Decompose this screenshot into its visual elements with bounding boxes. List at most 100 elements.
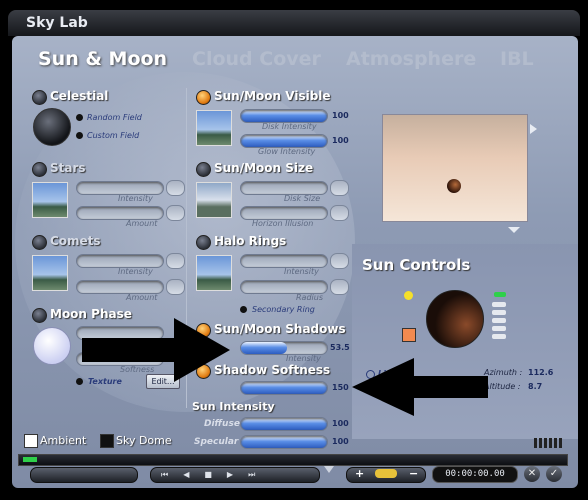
diffuse-value[interactable]: 100 [332, 419, 349, 428]
loop-dropdown-icon[interactable] [324, 466, 334, 473]
sun-preset-4[interactable] [492, 326, 506, 331]
title-bar[interactable]: Sky Lab [8, 10, 580, 36]
halo-radius-field[interactable] [330, 279, 349, 295]
annotation-arrow-softness [352, 358, 488, 416]
tab-atmosphere[interactable]: Atmosphere [346, 48, 476, 70]
ok-button[interactable]: ✓ [546, 466, 562, 482]
remove-key-icon[interactable]: − [409, 467, 418, 480]
celestial-sphere-preview[interactable] [33, 108, 71, 146]
sun-preset-5[interactable] [492, 334, 506, 339]
sky-preview[interactable] [382, 114, 528, 222]
sun-color-swatch[interactable] [404, 291, 413, 300]
stars-amount-slider[interactable] [76, 206, 164, 220]
add-key-icon[interactable]: + [355, 467, 364, 480]
horizon-illusion-slider[interactable] [240, 206, 328, 220]
altitude-label: Altitude : [484, 382, 521, 391]
comets-amount-slider[interactable] [76, 280, 164, 294]
sun-preset-3[interactable] [492, 318, 506, 323]
shadow-intensity-label: Intensity [286, 354, 321, 363]
comets-intensity-field[interactable] [166, 253, 185, 269]
azimuth-label: Azimuth : [484, 368, 523, 377]
disk-size-label: Disk Size [284, 194, 321, 203]
comets-thumbnail[interactable] [32, 255, 68, 291]
time-display[interactable]: 00:00:00.00 [432, 466, 518, 483]
disk-intensity-value[interactable]: 100 [332, 111, 349, 120]
sun-moon-visible-label: Sun/Moon Visible [214, 89, 331, 103]
tab-cloud-cover[interactable]: Cloud Cover [192, 48, 321, 70]
sun-position-dial[interactable] [426, 290, 484, 348]
ambient-label: Ambient [40, 434, 87, 447]
random-field-radio[interactable] [76, 114, 83, 121]
sun-intensity-label: Sun Intensity [192, 400, 275, 413]
comets-amount-label: Amount [126, 293, 158, 302]
specular-value[interactable]: 100 [332, 437, 349, 446]
sun-preset-2[interactable] [492, 310, 506, 315]
preview-expand-icon[interactable] [530, 124, 537, 134]
shadow-intensity-value[interactable]: 53.5 [330, 343, 350, 352]
moon-phase-preview[interactable] [33, 327, 71, 365]
horizon-illusion-field[interactable] [330, 205, 349, 221]
comets-amount-field[interactable] [166, 279, 185, 295]
playback-controls[interactable]: ⏮◀■▶⏭ [150, 467, 320, 483]
halo-radius-label: Radius [296, 293, 323, 302]
preview-dropdown-icon[interactable] [508, 227, 520, 233]
halo-radius-slider[interactable] [240, 280, 328, 294]
stars-label: Stars [50, 161, 86, 175]
ambient-checkbox[interactable] [24, 434, 38, 448]
timeline-scrubber[interactable] [18, 454, 568, 466]
sun-moon-size-toggle[interactable] [196, 162, 211, 177]
sun-moon-visible-toggle[interactable] [196, 90, 211, 105]
stars-amount-field[interactable] [166, 205, 185, 221]
stars-toggle[interactable] [32, 162, 47, 177]
shadow-softness-slider[interactable] [240, 381, 328, 395]
sun-indicator-light [494, 292, 506, 297]
light-color-swatch[interactable] [402, 328, 416, 342]
halo-intensity-slider[interactable] [240, 254, 328, 268]
custom-field-label[interactable]: Custom Field [87, 131, 139, 140]
annotation-arrow-shadows [82, 318, 230, 382]
altitude-value[interactable]: 8.7 [528, 382, 542, 391]
disk-size-field[interactable] [330, 180, 349, 196]
tab-sun-moon[interactable]: Sun & Moon [38, 48, 167, 70]
stars-intensity-slider[interactable] [76, 181, 164, 195]
timeline-playhead[interactable] [23, 457, 37, 462]
cancel-button[interactable]: ✕ [524, 466, 540, 482]
keyframe-controls[interactable]: + − [346, 467, 426, 483]
halo-rings-thumbnail[interactable] [196, 255, 232, 291]
sun-preset-1[interactable] [492, 302, 506, 307]
glow-intensity-slider[interactable] [240, 134, 328, 148]
horizon-illusion-label: Horizon Illusion [252, 219, 314, 228]
halo-rings-label: Halo Rings [214, 234, 287, 248]
key-icon[interactable] [375, 469, 397, 478]
shadow-softness-value[interactable]: 150 [332, 383, 349, 392]
diffuse-slider[interactable] [240, 417, 328, 431]
disk-intensity-slider[interactable] [240, 109, 328, 123]
diffuse-label: Diffuse [204, 419, 240, 429]
stars-thumbnail[interactable] [32, 182, 68, 218]
comets-intensity-slider[interactable] [76, 254, 164, 268]
moon-phase-toggle[interactable] [32, 308, 47, 323]
halo-rings-toggle[interactable] [196, 235, 211, 250]
stars-amount-label: Amount [126, 219, 158, 228]
comets-toggle[interactable] [32, 235, 47, 250]
volume-meter-icon [534, 438, 564, 448]
secondary-ring-radio[interactable] [240, 306, 247, 313]
halo-intensity-field[interactable] [330, 253, 349, 269]
azimuth-value[interactable]: 112.6 [528, 368, 553, 377]
transport-icons: ⏮◀■▶⏭ [161, 470, 271, 479]
secondary-ring-label[interactable]: Secondary Ring [252, 305, 315, 314]
shadow-intensity-slider[interactable] [240, 341, 328, 355]
sun-moon-size-thumbnail[interactable] [196, 182, 232, 218]
custom-field-radio[interactable] [76, 132, 83, 139]
glow-intensity-value[interactable]: 100 [332, 136, 349, 145]
tab-ibl[interactable]: IBL [500, 48, 534, 70]
stars-intensity-field[interactable] [166, 180, 185, 196]
sun-disc-icon [447, 179, 461, 193]
specular-slider[interactable] [240, 435, 328, 449]
celestial-toggle[interactable] [32, 90, 47, 105]
frame-controls[interactable] [30, 467, 138, 483]
disk-size-slider[interactable] [240, 181, 328, 195]
random-field-label[interactable]: Random Field [87, 113, 142, 122]
sun-moon-visible-thumbnail[interactable] [196, 110, 232, 146]
sky-dome-checkbox[interactable] [100, 434, 114, 448]
